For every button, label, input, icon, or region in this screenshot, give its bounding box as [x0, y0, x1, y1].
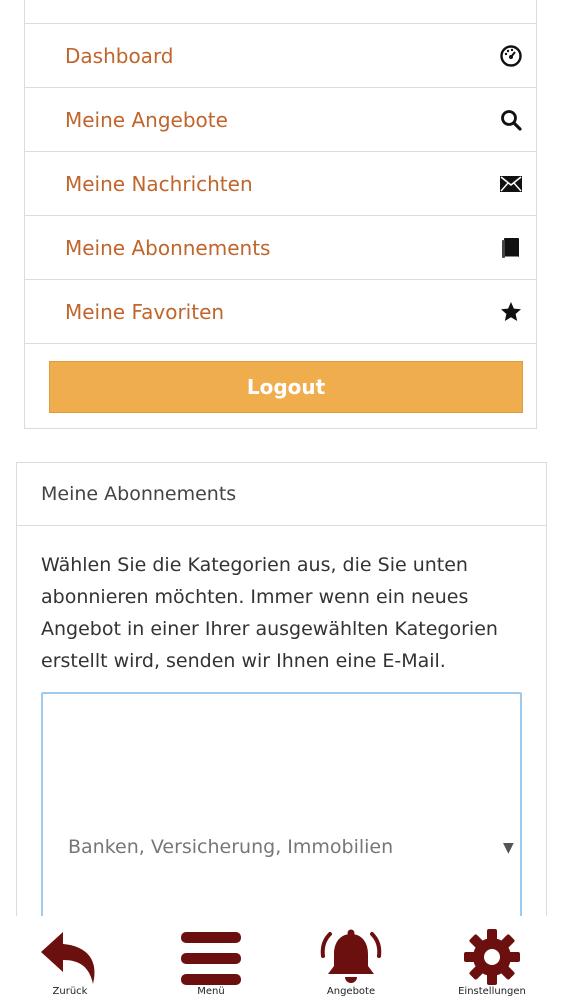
- book-icon: [499, 236, 523, 260]
- back-arrow-icon: [41, 932, 95, 984]
- nav-item-label: Meine Angebote: [65, 107, 228, 132]
- nav-item-label: Meine Favoriten: [65, 299, 225, 324]
- account-nav-card: Dashboard Meine Angebote Meine Nachricht…: [24, 0, 537, 429]
- tab-menue[interactable]: Menü: [161, 916, 261, 1000]
- dashboard-icon: [499, 44, 523, 68]
- category-select[interactable]: Banken, Versicherung, Immobilien ▼: [41, 692, 522, 952]
- tab-label: Zurück: [52, 986, 88, 997]
- category-select-value: Banken, Versicherung, Immobilien: [68, 836, 394, 858]
- gear-icon: [464, 929, 520, 985]
- subscriptions-title: Meine Abonnements: [41, 483, 237, 505]
- page: Dashboard Meine Angebote Meine Nachricht…: [0, 0, 563, 1000]
- tab-angebote[interactable]: Angebote: [301, 916, 401, 1000]
- nav-item-nachrichten[interactable]: Meine Nachrichten: [25, 151, 536, 215]
- star-icon: [499, 300, 523, 324]
- nav-item-dashboard[interactable]: Dashboard: [25, 23, 536, 87]
- tab-label: Angebote: [326, 986, 376, 997]
- nav-item-label: Meine Nachrichten: [65, 171, 253, 196]
- nav-item-angebote[interactable]: Meine Angebote: [25, 87, 536, 151]
- logout-button[interactable]: Logout: [49, 361, 523, 413]
- tab-label: Einstellungen: [458, 986, 526, 997]
- tab-label: Menü: [197, 986, 225, 997]
- search-icon: [499, 108, 523, 132]
- bottom-tab-bar: Zurück Menü Angebote Einstellungen: [0, 916, 563, 1000]
- subscriptions-description: Wählen Sie die Kategorien aus, die Sie u…: [41, 554, 498, 672]
- subscriptions-header: Meine Abonnements: [17, 463, 546, 526]
- nav-item-label: Meine Abonnements: [65, 235, 271, 260]
- hamburger-menu-icon: [181, 932, 241, 985]
- envelope-icon: [499, 172, 523, 196]
- tab-zurueck[interactable]: Zurück: [20, 916, 120, 1000]
- bell-icon: [320, 929, 382, 983]
- nav-item-abonnements[interactable]: Meine Abonnements: [25, 215, 536, 279]
- dropdown-arrow-icon: ▼: [503, 840, 514, 856]
- subscriptions-panel: Meine Abonnements Wählen Sie die Kategor…: [16, 462, 547, 952]
- nav-item-label: Dashboard: [65, 43, 174, 68]
- nav-item-favoriten[interactable]: Meine Favoriten: [25, 279, 536, 343]
- tab-einstellungen[interactable]: Einstellungen: [442, 916, 542, 1000]
